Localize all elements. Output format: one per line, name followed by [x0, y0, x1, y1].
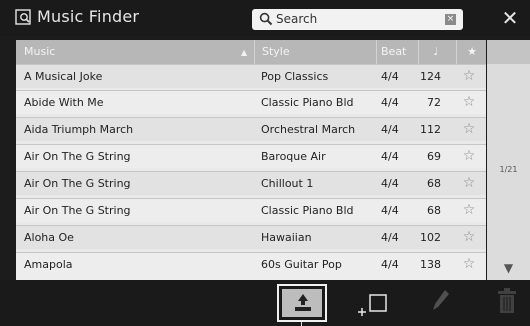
beat-value: 4/4 [381, 150, 399, 163]
music-title: Air On The G String [24, 150, 131, 163]
favorite-star-icon[interactable]: ☆ [461, 226, 477, 249]
favorite-star-icon[interactable]: ☆ [461, 91, 477, 114]
favorite-star-icon[interactable]: ☆ [461, 253, 477, 276]
beat-value: 4/4 [381, 70, 399, 83]
beat-value: 4/4 [381, 96, 399, 109]
column-header-style[interactable]: Style [254, 40, 384, 64]
tempo-value: 138 [420, 258, 441, 271]
column-header-favorite[interactable]: ★ [456, 40, 487, 64]
triangle-down-icon: ▼ [503, 261, 514, 275]
favorite-star-icon[interactable]: ☆ [461, 199, 477, 222]
music-title: Amapola [24, 258, 73, 271]
table-row[interactable]: Aida Triumph March Orchestral March 4/4 … [16, 117, 486, 141]
favorite-star-icon[interactable]: ☆ [461, 65, 477, 88]
select-record-button[interactable] [277, 284, 327, 322]
tempo-value: 112 [420, 123, 441, 136]
music-title: Air On The G String [24, 177, 131, 190]
search-icon [259, 12, 273, 26]
scroll-down-button[interactable]: ▼ [487, 256, 530, 280]
beat-value: 4/4 [381, 123, 399, 136]
music-title: Aida Triumph March [24, 123, 134, 136]
close-button[interactable]: ✕ [497, 6, 523, 30]
table-header: Music ▲ Style Beat ♩ ★ [16, 40, 486, 64]
column-header-music[interactable]: Music [24, 40, 254, 64]
column-header-beat[interactable]: Beat [376, 40, 419, 64]
table-row[interactable]: Amapola 60s Guitar Pop 4/4 138 ☆ [16, 252, 486, 280]
favorite-star-icon[interactable]: ☆ [461, 145, 477, 168]
music-title: A Musical Joke [24, 70, 103, 83]
table-row[interactable]: A Musical Joke Pop Classics 4/4 124 ☆ [16, 64, 486, 88]
add-record-icon[interactable] [356, 287, 390, 319]
title-bar: Music Finder Search × ✕ [0, 0, 530, 36]
window-title: Music Finder [37, 7, 140, 26]
column-header-tempo[interactable]: ♩ [418, 40, 453, 64]
star-icon: ★ [467, 45, 477, 58]
tempo-value: 124 [420, 70, 441, 83]
table-row[interactable]: Air On The G String Chillout 1 4/4 68 ☆ [16, 171, 486, 195]
favorite-star-icon[interactable]: ☆ [461, 172, 477, 195]
tempo-value: 102 [420, 231, 441, 244]
quarter-note-icon: ♩ [433, 45, 439, 58]
tempo-value: 69 [427, 150, 441, 163]
music-title: Air On The G String [24, 204, 131, 217]
style-name: Classic Piano Bld [261, 96, 354, 109]
sort-ascending-icon: ▲ [241, 48, 248, 57]
table-row[interactable]: Air On The G String Baroque Air 4/4 69 ☆ [16, 144, 486, 168]
style-name: Chillout 1 [261, 177, 314, 190]
style-name: Baroque Air [261, 150, 326, 163]
search-input[interactable]: Search [276, 12, 317, 26]
music-title: Abide With Me [24, 96, 104, 109]
style-name: 60s Guitar Pop [261, 258, 342, 271]
beat-value: 4/4 [381, 231, 399, 244]
table-row[interactable]: Aloha Oe Hawaiian 4/4 102 ☆ [16, 225, 486, 249]
tempo-value: 72 [427, 96, 441, 109]
tempo-value: 68 [427, 204, 441, 217]
scrollbar[interactable]: 1/21 ▼ [487, 40, 530, 280]
favorite-star-icon[interactable]: ☆ [461, 118, 477, 141]
callout-leader-line [301, 322, 302, 326]
close-icon: ✕ [501, 6, 519, 30]
style-name: Hawaiian [261, 231, 312, 244]
scroll-up-area[interactable] [487, 40, 530, 64]
music-finder-icon [15, 9, 31, 25]
trash-icon[interactable] [496, 287, 518, 315]
style-name: Orchestral March [261, 123, 356, 136]
beat-value: 4/4 [381, 177, 399, 190]
search-box[interactable]: Search × [252, 9, 463, 30]
music-title: Aloha Oe [24, 231, 74, 244]
style-name: Classic Piano Bld [261, 204, 354, 217]
clear-icon[interactable]: × [445, 14, 456, 25]
beat-value: 4/4 [381, 258, 399, 271]
edit-pencil-icon[interactable] [431, 288, 451, 314]
table-row[interactable]: Air On The G String Classic Piano Bld 4/… [16, 198, 486, 222]
music-table: Music ▲ Style Beat ♩ ★ A Musical Joke Po… [16, 40, 486, 280]
beat-value: 4/4 [381, 204, 399, 217]
table-row[interactable]: Abide With Me Classic Piano Bld 4/4 72 ☆ [16, 90, 486, 114]
select-record-icon [295, 294, 311, 311]
page-indicator: 1/21 [499, 165, 518, 174]
style-name: Pop Classics [261, 70, 329, 83]
tempo-value: 68 [427, 177, 441, 190]
